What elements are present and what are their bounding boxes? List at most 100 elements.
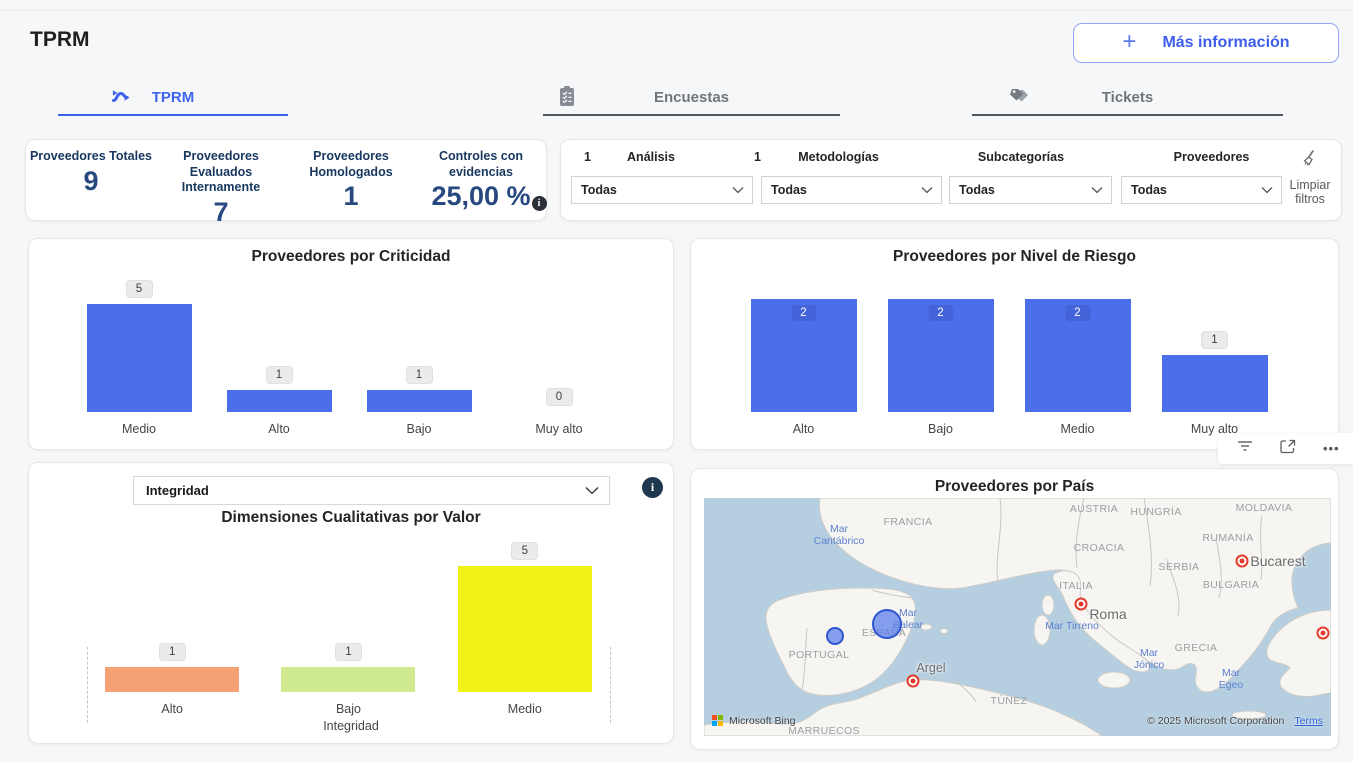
data-label: 5	[511, 542, 538, 560]
tab-tickets[interactable]: Tickets	[972, 80, 1283, 116]
chart-title: Proveedores por Criticidad	[29, 248, 673, 266]
tab-encuestas[interactable]: Encuestas	[543, 80, 840, 116]
bar-medio[interactable]	[87, 304, 192, 412]
filter-card: 1 Análisis Todas 1 Metodologías Todas Su…	[560, 139, 1342, 221]
kpi-homologados: Proveedores Homologados 1	[286, 140, 416, 220]
focus-mode-icon[interactable]	[1280, 439, 1296, 459]
dimension-dropdown[interactable]: Integridad	[133, 476, 610, 505]
category-label: Alto	[209, 422, 349, 436]
category-label: Alto	[735, 422, 872, 436]
tab-tprm[interactable]: TPRM	[58, 80, 288, 116]
route-icon	[110, 85, 132, 112]
data-label: 2	[1065, 305, 1090, 321]
map-label: FRANCIA	[884, 516, 933, 528]
map-attribution: © 2025 Microsoft CorporationTerms	[1147, 715, 1323, 727]
map-label: Mar Jónico	[1134, 647, 1164, 671]
map-title: Proveedores por País	[691, 478, 1338, 496]
category-axis: MedioAltoBajoMuy alto	[69, 422, 629, 436]
clear-filters-button[interactable]: Limpiar filtros	[1282, 148, 1338, 207]
city-marker-icon	[907, 675, 920, 688]
info-icon[interactable]: i	[532, 196, 547, 211]
analisis-dropdown[interactable]: Todas	[571, 176, 753, 204]
info-icon[interactable]: i	[642, 477, 663, 498]
data-label: 1	[159, 643, 186, 661]
kpi-value: 7	[213, 198, 228, 228]
map-label: Roma	[1089, 606, 1126, 622]
chart-card-criticidad: Proveedores por Criticidad 5110 MedioAlt…	[28, 238, 674, 450]
category-label: Medio	[69, 422, 209, 436]
city-marker-icon	[1236, 555, 1249, 568]
kpi-label: Proveedores Evaluados Internamente	[156, 149, 286, 196]
map-label: GRECIA	[1175, 642, 1218, 654]
terms-link[interactable]: Terms	[1294, 715, 1323, 727]
chart-card-riesgo: Proveedores por Nivel de Riesgo 2 2 2 1 Alt…	[690, 238, 1339, 450]
bar-plot-criticidad: 5110	[69, 294, 629, 412]
category-label: Bajo	[872, 422, 1009, 436]
kpi-label: Controles con evidencias	[416, 149, 546, 180]
city-marker-icon	[1317, 627, 1330, 640]
bar-alto[interactable]: 2	[751, 299, 857, 412]
analisis-label: Análisis	[591, 150, 711, 164]
map-label: CROACIA	[1074, 542, 1125, 554]
page-title: TPRM	[30, 28, 90, 52]
tab-tickets-label: Tickets	[1102, 89, 1153, 106]
subcategorias-dropdown[interactable]: Todas	[949, 176, 1112, 204]
bing-logo[interactable]: Microsoft Bing	[712, 715, 796, 727]
map-label: RUMANÍA	[1202, 532, 1253, 544]
city-marker-icon	[1075, 598, 1088, 611]
data-label: 1	[406, 366, 433, 384]
bar-muy-alto[interactable]	[1162, 355, 1268, 412]
map-label: ITALIA	[1059, 580, 1093, 592]
map-label: HUNGRÍA	[1130, 506, 1181, 518]
chart-title: Proveedores por Nivel de Riesgo	[691, 248, 1338, 266]
map-label: MARRUECOS	[788, 725, 860, 736]
kpi-value: 9	[83, 167, 98, 197]
provider-location-bubble[interactable]	[826, 627, 844, 645]
top-divider	[0, 10, 1353, 11]
map-label: AUSTRIA	[1070, 503, 1118, 515]
data-label: 1	[335, 643, 362, 661]
category-label: Muy alto	[489, 422, 629, 436]
map-label: Mar Egeo	[1219, 667, 1244, 691]
map-label: Bucarest	[1250, 553, 1305, 569]
filter-icon[interactable]	[1237, 439, 1253, 458]
tab-tprm-label: TPRM	[152, 89, 195, 106]
data-label: 5	[126, 280, 153, 298]
plus-icon: +	[1122, 30, 1136, 54]
data-label: 0	[546, 388, 573, 406]
map-label: PORTUGAL	[789, 649, 850, 661]
more-info-button[interactable]: + Más información	[1073, 23, 1339, 63]
chevron-down-icon	[1091, 181, 1103, 199]
plot-edge-marker	[610, 647, 611, 723]
bar-bajo[interactable]	[281, 667, 415, 692]
kpi-evaluados-internamente: Proveedores Evaluados Internamente 7	[156, 140, 286, 220]
kpi-label: Proveedores Homologados	[286, 149, 416, 180]
chart-card-dimensiones: Integridad i Dimensiones Cualitativas po…	[28, 462, 674, 744]
more-options-icon[interactable]: •••	[1323, 441, 1340, 456]
provider-location-bubble[interactable]	[872, 609, 902, 639]
map-label: Argel	[916, 661, 945, 675]
kpi-value: 1	[343, 182, 358, 212]
chevron-down-icon	[585, 482, 599, 500]
bar-bajo[interactable]	[367, 390, 472, 412]
visual-hover-toolbar: •••	[1218, 433, 1353, 464]
proveedores-dropdown[interactable]: Todas	[1121, 176, 1282, 204]
map-label: Mar Cantábrico	[814, 523, 865, 547]
bar-alto[interactable]	[105, 667, 239, 692]
metodologias-label: Metodologías	[776, 150, 901, 164]
clear-filters-label: Limpiar filtros	[1282, 178, 1338, 207]
kpi-label: Proveedores Totales	[30, 149, 152, 165]
bar-medio[interactable]	[458, 566, 592, 692]
data-label: 2	[928, 305, 953, 321]
bar-alto[interactable]	[227, 390, 332, 412]
bar-plot-riesgo: 2 2 2 1	[735, 294, 1283, 412]
category-axis: AltoBajoMedioMuy alto	[735, 422, 1283, 436]
map-label: SERBIA	[1159, 561, 1200, 573]
bar-bajo[interactable]: 2	[888, 299, 994, 412]
data-label: 1	[1201, 331, 1228, 349]
bing-map[interactable]: Mar CantábricoFRANCIAAUSTRIAHUNGRÍAMOLDA…	[704, 498, 1331, 736]
map-label: TÚNEZ	[991, 695, 1028, 707]
bar-medio[interactable]: 2	[1025, 299, 1131, 412]
metodologias-dropdown[interactable]: Todas	[761, 176, 942, 204]
analisis-count: 1	[584, 150, 591, 164]
